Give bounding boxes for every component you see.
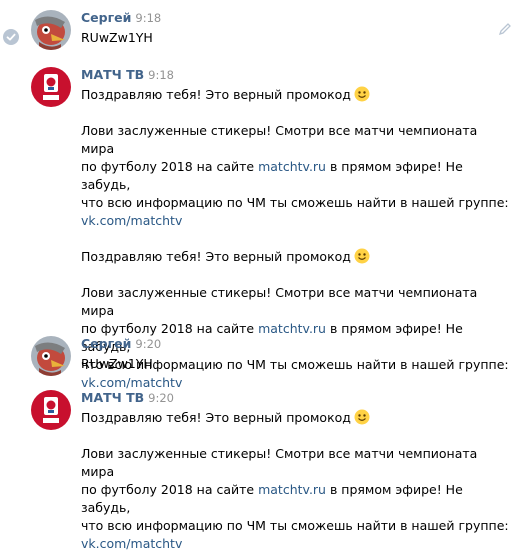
avatar[interactable] [31,336,71,376]
promo-label: Поздравляю тебя! Это верный промокод [81,249,351,264]
message-time[interactable]: 9:18 [148,68,174,82]
message-header: Сергей 9:18 [81,10,161,25]
message-header: МАТЧ ТВ 9:18 [81,67,174,82]
smile-emoji-icon [354,86,370,102]
matchtv-link[interactable]: matchtv.ru [258,482,326,497]
check-icon[interactable] [3,29,19,45]
message-body: Поздравляю тебя! Это верный промокод Лов… [81,409,511,553]
smile-emoji-icon [354,248,370,264]
avatar[interactable] [31,67,71,107]
author-name[interactable]: МАТЧ ТВ [81,390,144,405]
message-header: МАТЧ ТВ 9:20 [81,390,174,405]
message-header: Сергей 9:20 [81,336,161,351]
matchtv-link[interactable]: matchtv.ru [258,321,326,336]
author-name[interactable]: Сергей [81,336,131,351]
author-name[interactable]: МАТЧ ТВ [81,67,144,82]
group-link[interactable]: vk.com/matchtv [81,536,182,551]
matchtv-link[interactable]: matchtv.ru [258,159,326,174]
avatar[interactable] [31,390,71,430]
message-time[interactable]: 9:18 [135,11,161,25]
message-body: RUwZw1YH [81,29,511,47]
group-link[interactable]: vk.com/matchtv [81,213,182,228]
promo-label: Поздравляю тебя! Это верный промокод [81,410,351,425]
promo-text: Поздравляю тебя! Это верный промокод [81,86,511,104]
edit-icon[interactable] [498,22,512,36]
promo-label: Поздравляю тебя! Это верный промокод [81,87,351,102]
group-link[interactable]: vk.com/matchtv [81,375,182,390]
message-paragraph: Лови заслуженные стикеры! Смотри все мат… [81,123,509,228]
avatar[interactable] [31,10,71,50]
promo-text: Поздравляю тебя! Это верный промокод [81,248,511,266]
message-time[interactable]: 9:20 [135,337,161,351]
message-time[interactable]: 9:20 [148,391,174,405]
message-text: RUwZw1YH [81,356,153,371]
message-text: RUwZw1YH [81,30,153,45]
message-body: RUwZw1YH [81,355,511,373]
author-name[interactable]: Сергей [81,10,131,25]
message-paragraph: Лови заслуженные стикеры! Смотри все мат… [81,446,509,551]
promo-text: Поздравляю тебя! Это верный промокод [81,409,511,427]
smile-emoji-icon [354,409,370,425]
